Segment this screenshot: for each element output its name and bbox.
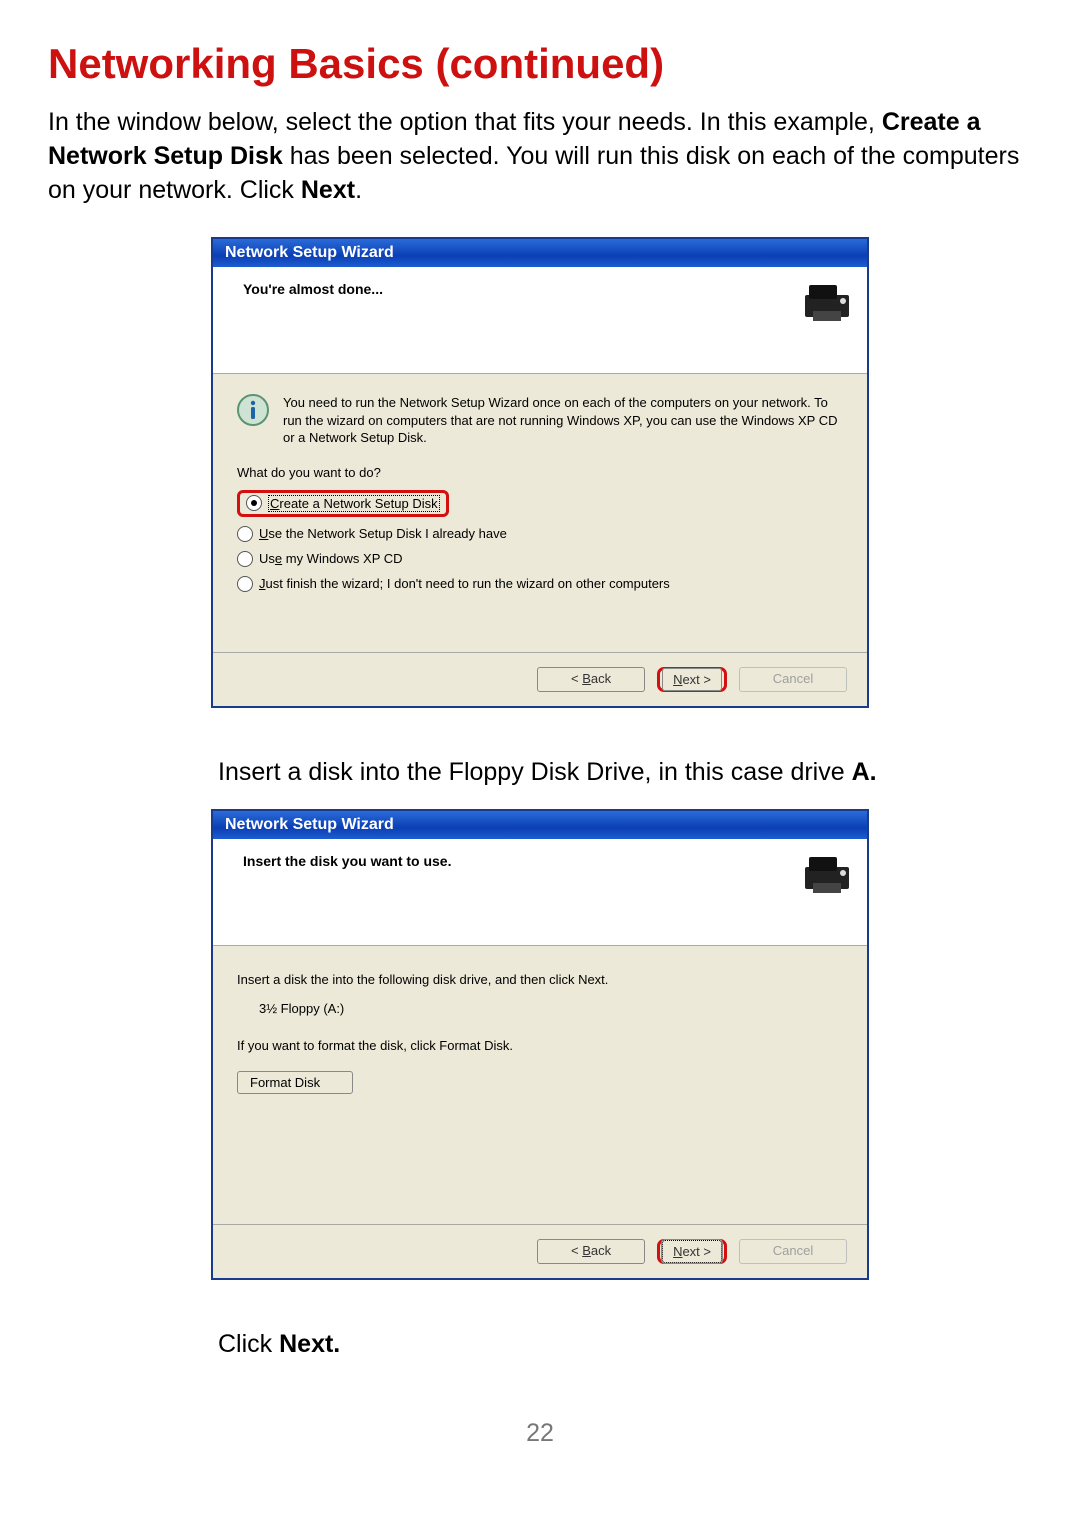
mid-text-1: Insert a disk into the Floppy Disk Drive… [218,758,852,786]
dialog1-header-text: You're almost done... [243,281,383,297]
page-title: Networking Basics (continued) [48,40,1032,88]
dialog2-header-text: Insert the disk you want to use. [243,853,451,869]
wizard-dialog-2: Network Setup Wizard Insert the disk you… [211,809,869,1280]
radio-label-use-xp-cd: Use my Windows XP CD [259,551,403,566]
mid-instruction: Insert a disk into the Floppy Disk Drive… [218,758,1032,787]
dialog2-line2: If you want to format the disk, click Fo… [237,1038,843,1053]
cancel-button[interactable]: Cancel [739,1239,847,1264]
click-next-bold: Next. [279,1330,340,1358]
back-button[interactable]: < Back [537,667,645,692]
highlight-next-button: Next > [657,1239,727,1264]
dialog2-header: Insert the disk you want to use. [213,839,867,946]
dialog1-footer: < Back Next > Cancel [213,652,867,706]
network-setup-icon [803,281,851,325]
page-number: 22 [48,1419,1032,1448]
mid-bold-1: A. [852,758,877,786]
radio-option-just-finish[interactable]: Just finish the wizard; I don't need to … [237,576,843,592]
dialog2-line1: Insert a disk the into the following dis… [237,972,843,987]
network-setup-icon [803,853,851,897]
radio-option-use-xp-cd[interactable]: Use my Windows XP CD [237,551,843,567]
radio-icon [246,495,262,511]
click-next-1: Click [218,1330,279,1358]
intro-bold-2: Next [301,176,355,204]
dialog2-titlebar: Network Setup Wizard [213,811,867,839]
intro-paragraph: In the window below, select the option t… [48,106,1032,207]
dialog1-body: You need to run the Network Setup Wizard… [213,374,867,652]
dialog2-body: Insert a disk the into the following dis… [213,946,867,1224]
click-next-text: Click Next. [218,1330,1032,1359]
intro-text-3: . [355,176,362,204]
intro-text-1: In the window below, select the option t… [48,108,882,136]
radio-option-create-disk[interactable]: Create a Network Setup Disk [237,490,843,517]
dialog1-prompt: What do you want to do? [237,465,843,480]
radio-label-create-disk: Create a Network Setup Disk [268,495,440,512]
dialog1-titlebar: Network Setup Wizard [213,239,867,267]
radio-icon [237,576,253,592]
info-icon [237,394,269,426]
radio-option-use-existing-disk[interactable]: Use the Network Setup Disk I already hav… [237,526,843,542]
radio-label-just-finish: Just finish the wizard; I don't need to … [259,576,670,591]
highlight-create-disk: Create a Network Setup Disk [237,490,449,517]
next-button[interactable]: Next > [662,1240,722,1263]
highlight-next-button: Next > [657,667,727,692]
dialog2-drive: 3½ Floppy (A:) [259,1001,843,1016]
back-button[interactable]: < Back [537,1239,645,1264]
wizard-dialog-1: Network Setup Wizard You're almost done.… [211,237,869,708]
cancel-button[interactable]: Cancel [739,667,847,692]
radio-icon [237,551,253,567]
dialog2-footer: < Back Next > Cancel [213,1224,867,1278]
dialog1-header: You're almost done... [213,267,867,374]
next-button[interactable]: Next > [662,668,722,691]
format-disk-button[interactable]: Format Disk [237,1071,353,1094]
radio-label-use-existing: Use the Network Setup Disk I already hav… [259,526,507,541]
dialog1-info-text: You need to run the Network Setup Wizard… [283,394,843,447]
radio-icon [237,526,253,542]
